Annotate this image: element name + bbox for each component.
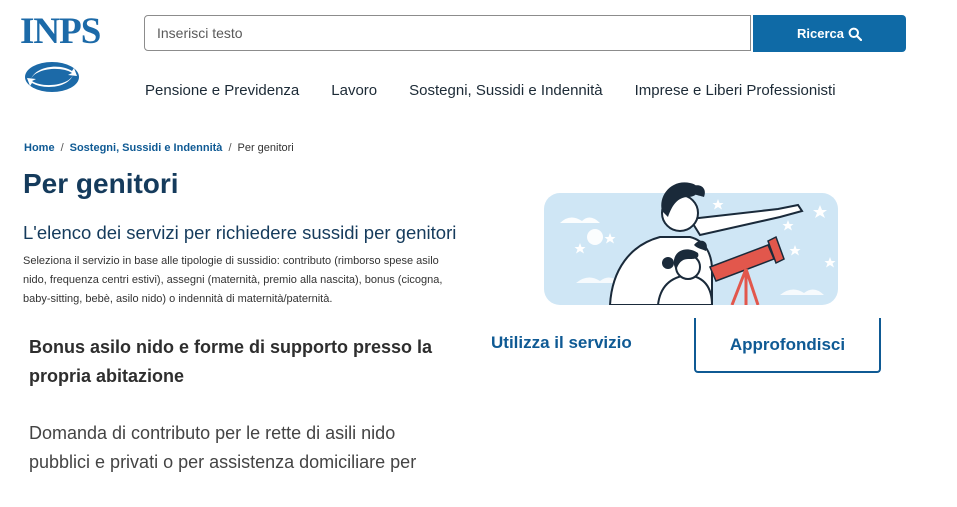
- search-input[interactable]: [144, 15, 751, 51]
- learn-more-button[interactable]: Approfondisci: [694, 318, 881, 373]
- breadcrumb-parent[interactable]: Sostegni, Sussidi e Indennità: [70, 142, 223, 154]
- service-description: Domanda di contributo per le rette di as…: [29, 423, 417, 472]
- page-description: Seleziona il servizio in base alle tipol…: [23, 255, 443, 305]
- search-icon: [848, 27, 862, 41]
- hero-illustration: [544, 182, 838, 305]
- page-title: Per genitori: [23, 168, 179, 199]
- search-button[interactable]: Ricerca: [753, 15, 906, 52]
- main-nav: Pensione e Previdenza Lavoro Sostegni, S…: [145, 81, 868, 101]
- search-button-label: Ricerca: [797, 26, 844, 41]
- nav-item-lavoro[interactable]: Lavoro: [331, 81, 377, 101]
- service-title: Bonus asilo nido e forme di supporto pre…: [29, 337, 433, 386]
- breadcrumb-separator: /: [228, 142, 232, 154]
- use-service-link[interactable]: Utilizza il servizio: [491, 333, 632, 353]
- nav-item-imprese[interactable]: Imprese e Liberi Professionisti: [635, 81, 836, 101]
- breadcrumb-separator: /: [60, 142, 64, 154]
- page-subtitle: L'elenco dei servizi per richiedere suss…: [23, 222, 457, 243]
- nav-item-sostegni[interactable]: Sostegni, Sussidi e Indennità: [409, 81, 602, 101]
- nav-item-pensione[interactable]: Pensione e Previdenza: [145, 81, 299, 101]
- breadcrumb-current: Per genitori: [237, 142, 294, 154]
- logo-text: INPS: [20, 11, 101, 52]
- breadcrumb-home[interactable]: Home: [24, 142, 55, 154]
- inps-logo[interactable]: INPS: [20, 10, 101, 94]
- breadcrumb: Home / Sostegni, Sussidi e Indennità / P…: [24, 142, 294, 154]
- inps-logo-icon: [25, 62, 79, 92]
